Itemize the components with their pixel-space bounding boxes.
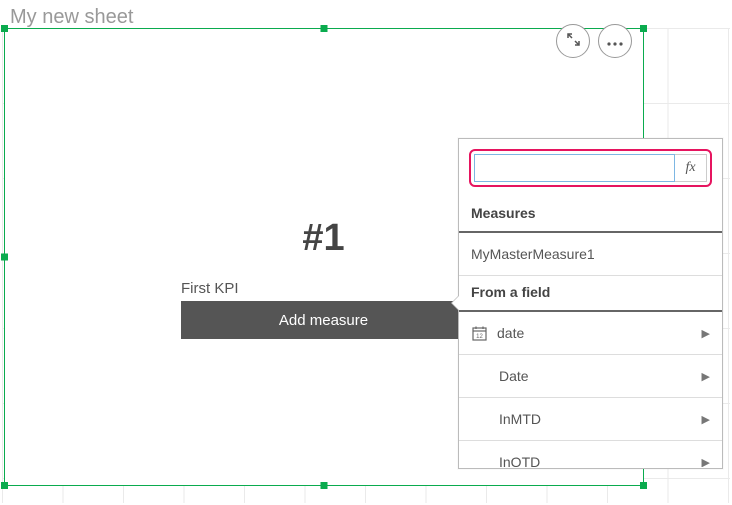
field-group-date[interactable]: 12 date ▶ bbox=[459, 312, 722, 355]
kpi-content: #1 First KPI Add measure bbox=[181, 217, 466, 339]
measure-picker-popup: fx Measures MyMasterMeasure1 From a fiel… bbox=[458, 138, 723, 469]
expression-button[interactable]: fx bbox=[675, 154, 707, 182]
section-measures: Measures bbox=[459, 197, 722, 233]
resize-handle[interactable] bbox=[640, 482, 647, 489]
fullscreen-button[interactable] bbox=[556, 24, 590, 58]
sheet-title: My new sheet bbox=[10, 6, 133, 29]
resize-handle[interactable] bbox=[321, 25, 328, 32]
dots-icon bbox=[607, 33, 623, 50]
measure-item[interactable]: MyMasterMeasure1 bbox=[459, 233, 722, 276]
field-label: date bbox=[497, 325, 524, 341]
kpi-label: First KPI bbox=[181, 280, 466, 297]
chevron-right-icon: ▶ bbox=[702, 456, 710, 468]
chevron-right-icon: ▶ bbox=[702, 413, 710, 426]
add-measure-button[interactable]: Add measure bbox=[181, 301, 466, 339]
svg-text:12: 12 bbox=[476, 334, 483, 340]
resize-handle[interactable] bbox=[640, 25, 647, 32]
field-label: InQTD bbox=[499, 454, 540, 467]
resize-handle[interactable] bbox=[1, 482, 8, 489]
section-from-field: From a field bbox=[459, 276, 722, 312]
field-item-inmtd[interactable]: InMTD ▶ bbox=[459, 398, 722, 441]
object-action-buttons bbox=[556, 24, 632, 58]
resize-handle[interactable] bbox=[1, 25, 8, 32]
field-item-date[interactable]: Date ▶ bbox=[459, 355, 722, 398]
field-label: InMTD bbox=[499, 411, 541, 427]
resize-handle[interactable] bbox=[321, 482, 328, 489]
calendar-icon: 12 bbox=[471, 325, 487, 341]
chevron-right-icon: ▶ bbox=[702, 370, 710, 383]
popup-arrow bbox=[451, 295, 459, 311]
measure-label: MyMasterMeasure1 bbox=[471, 246, 595, 262]
field-label: Date bbox=[499, 368, 529, 384]
search-row-highlight: fx bbox=[469, 149, 712, 187]
kpi-value: #1 bbox=[181, 217, 466, 260]
measure-list-scroll[interactable]: Measures MyMasterMeasure1 From a field 1… bbox=[459, 197, 722, 467]
resize-handle[interactable] bbox=[1, 254, 8, 261]
search-input[interactable] bbox=[474, 154, 675, 182]
chevron-right-icon: ▶ bbox=[702, 327, 710, 340]
more-button[interactable] bbox=[598, 24, 632, 58]
field-item-inqtd[interactable]: InQTD ▶ bbox=[459, 441, 722, 467]
expand-icon bbox=[567, 33, 580, 50]
